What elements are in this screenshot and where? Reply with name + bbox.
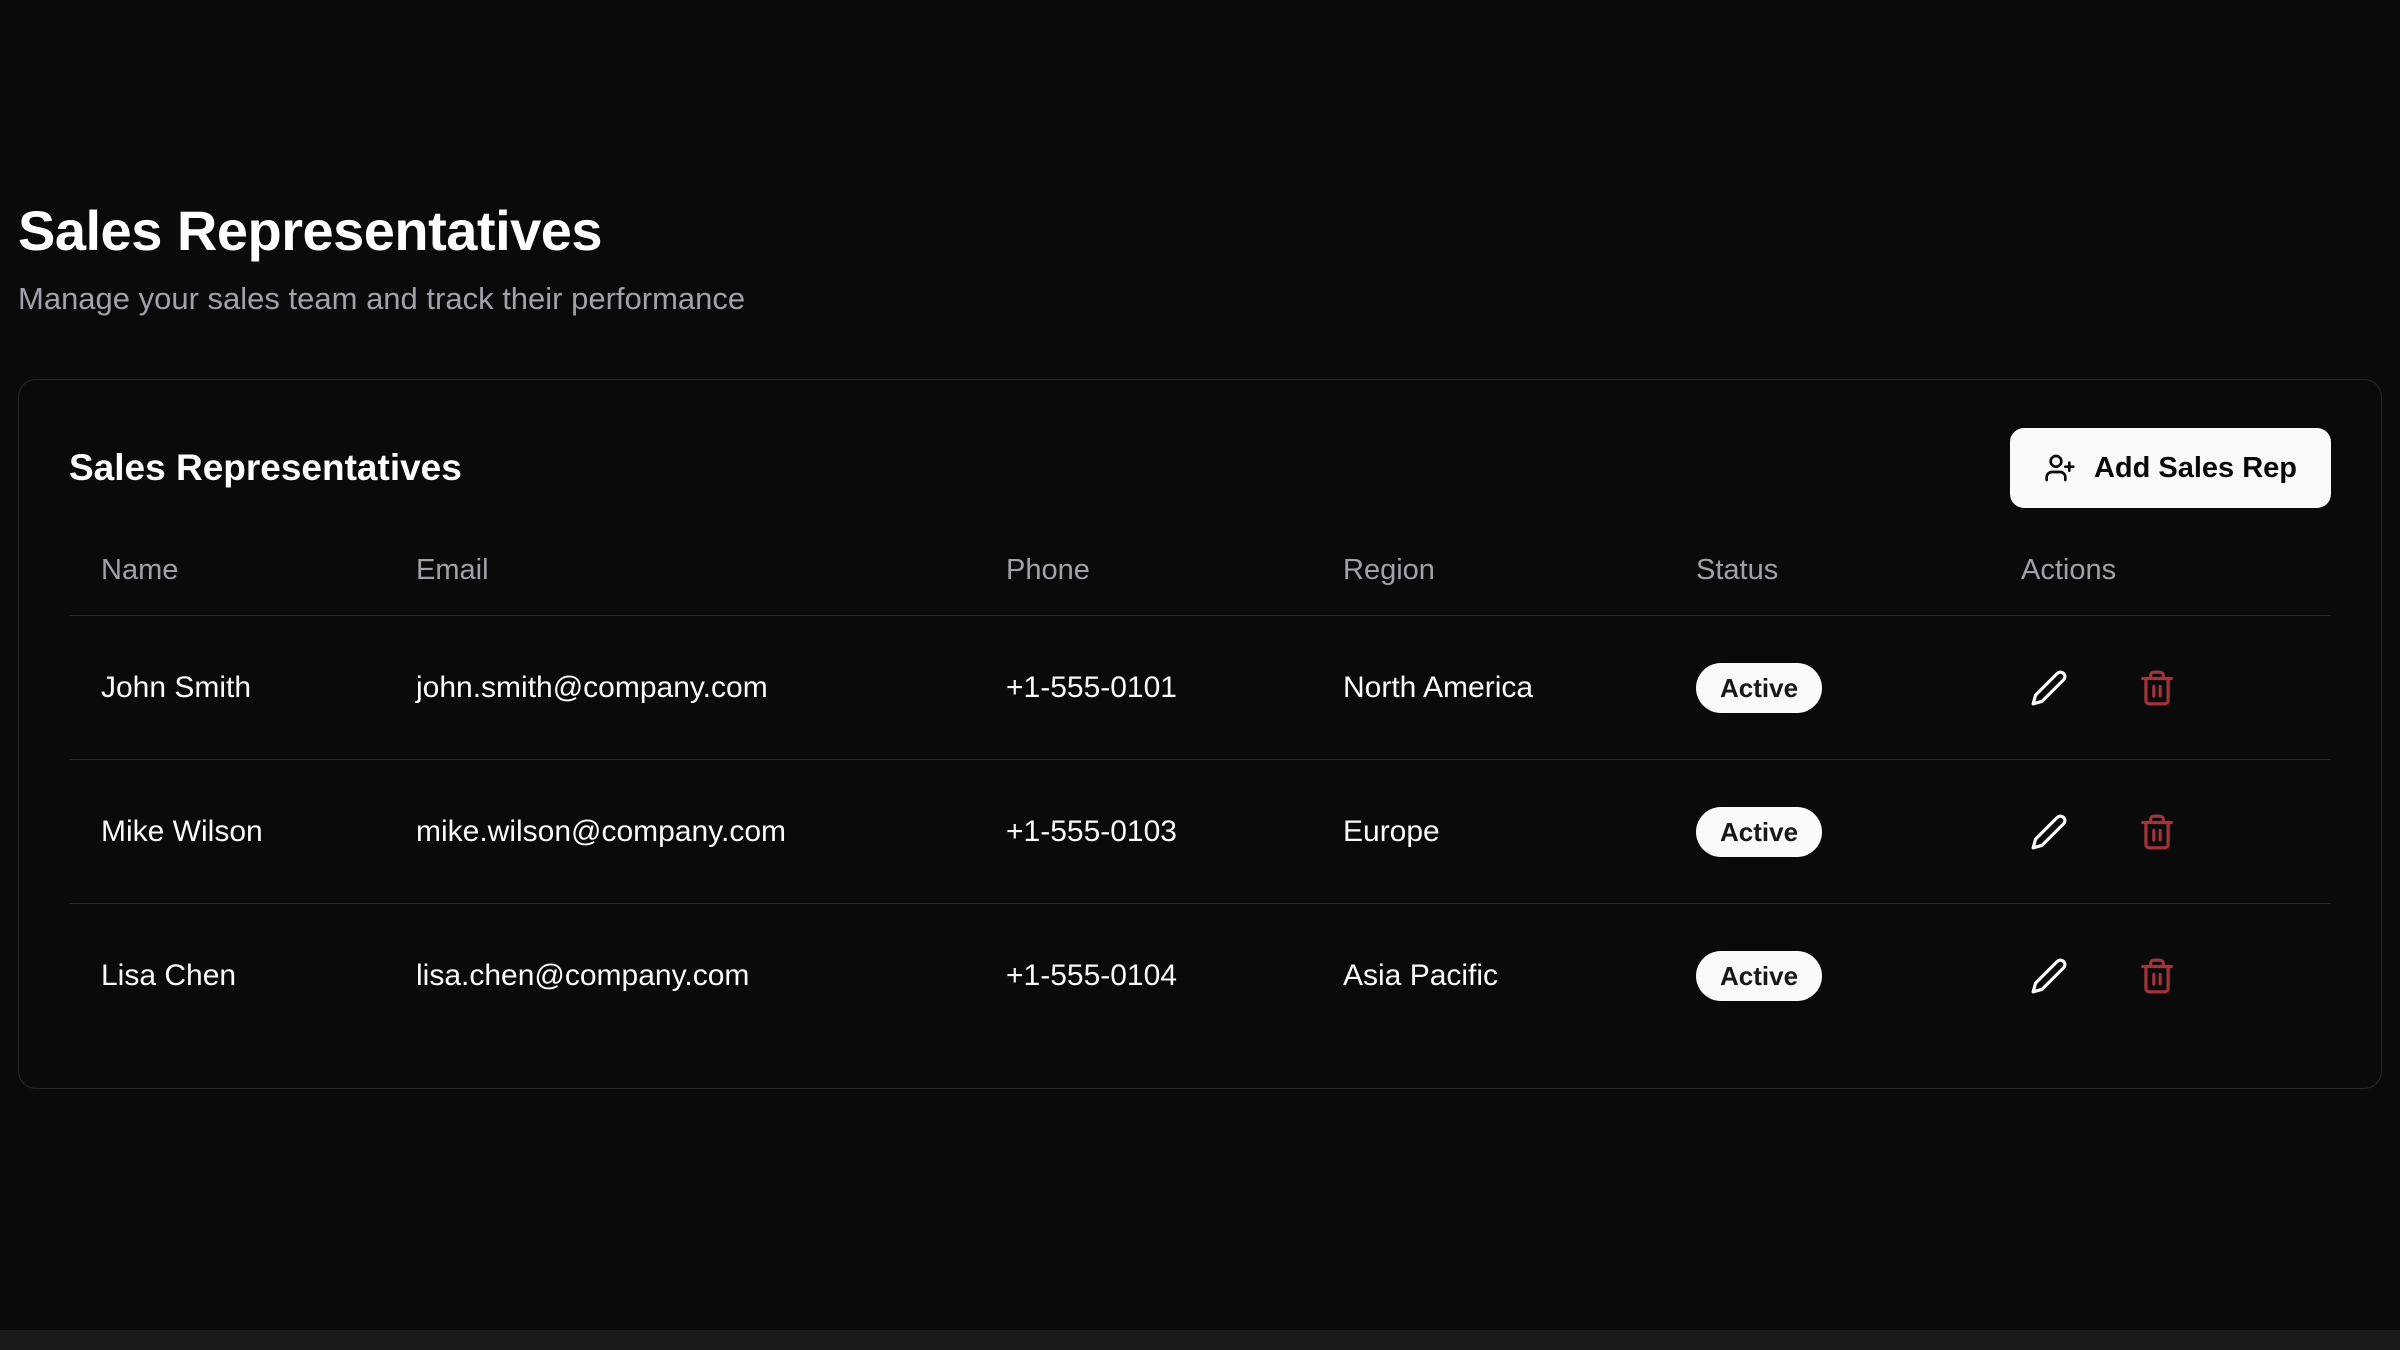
rep-region: North America bbox=[1311, 616, 1664, 760]
page-subtitle: Manage your sales team and track their p… bbox=[18, 281, 2382, 317]
delete-button[interactable] bbox=[2129, 804, 2185, 860]
edit-button[interactable] bbox=[2021, 948, 2077, 1004]
column-header-status: Status bbox=[1664, 548, 1989, 616]
trash-icon bbox=[2138, 813, 2176, 851]
delete-button[interactable] bbox=[2129, 660, 2185, 716]
status-badge: Active bbox=[1696, 663, 1822, 713]
column-header-phone: Phone bbox=[974, 548, 1311, 616]
rep-name: John Smith bbox=[69, 616, 384, 760]
column-header-name: Name bbox=[69, 548, 384, 616]
column-header-actions: Actions bbox=[1989, 548, 2331, 616]
add-sales-rep-button[interactable]: Add Sales Rep bbox=[2010, 428, 2331, 508]
window-bottom-edge bbox=[0, 1330, 2400, 1350]
rep-phone: +1-555-0101 bbox=[974, 616, 1311, 760]
page-title: Sales Representatives bbox=[18, 198, 2382, 263]
rep-name: Lisa Chen bbox=[69, 904, 384, 1048]
edit-button[interactable] bbox=[2021, 804, 2077, 860]
page: Sales Representatives Manage your sales … bbox=[0, 0, 2400, 1089]
add-sales-rep-label: Add Sales Rep bbox=[2094, 452, 2297, 485]
table-row: Mike Wilson mike.wilson@company.com +1-5… bbox=[69, 760, 2331, 904]
rep-region: Asia Pacific bbox=[1311, 904, 1664, 1048]
pencil-icon bbox=[2030, 957, 2068, 995]
column-header-email: Email bbox=[384, 548, 974, 616]
rep-email: lisa.chen@company.com bbox=[384, 904, 974, 1048]
user-plus-icon bbox=[2044, 452, 2076, 484]
trash-icon bbox=[2138, 957, 2176, 995]
rep-region: Europe bbox=[1311, 760, 1664, 904]
edit-button[interactable] bbox=[2021, 660, 2077, 716]
trash-icon bbox=[2138, 669, 2176, 707]
table-row: John Smith john.smith@company.com +1-555… bbox=[69, 616, 2331, 760]
column-header-region: Region bbox=[1311, 548, 1664, 616]
sales-reps-card: Sales Representatives Add Sales Rep bbox=[18, 379, 2382, 1089]
pencil-icon bbox=[2030, 669, 2068, 707]
rep-email: john.smith@company.com bbox=[384, 616, 974, 760]
rep-phone: +1-555-0103 bbox=[974, 760, 1311, 904]
delete-button[interactable] bbox=[2129, 948, 2185, 1004]
card-header: Sales Representatives Add Sales Rep bbox=[69, 380, 2331, 548]
table-row: Lisa Chen lisa.chen@company.com +1-555-0… bbox=[69, 904, 2331, 1048]
card-title: Sales Representatives bbox=[69, 447, 462, 489]
status-badge: Active bbox=[1696, 807, 1822, 857]
sales-reps-table: Name Email Phone Region Status Actions J… bbox=[69, 548, 2331, 1048]
rep-name: Mike Wilson bbox=[69, 760, 384, 904]
rep-email: mike.wilson@company.com bbox=[384, 760, 974, 904]
table-header-row: Name Email Phone Region Status Actions bbox=[69, 548, 2331, 616]
pencil-icon bbox=[2030, 813, 2068, 851]
status-badge: Active bbox=[1696, 951, 1822, 1001]
rep-phone: +1-555-0104 bbox=[974, 904, 1311, 1048]
